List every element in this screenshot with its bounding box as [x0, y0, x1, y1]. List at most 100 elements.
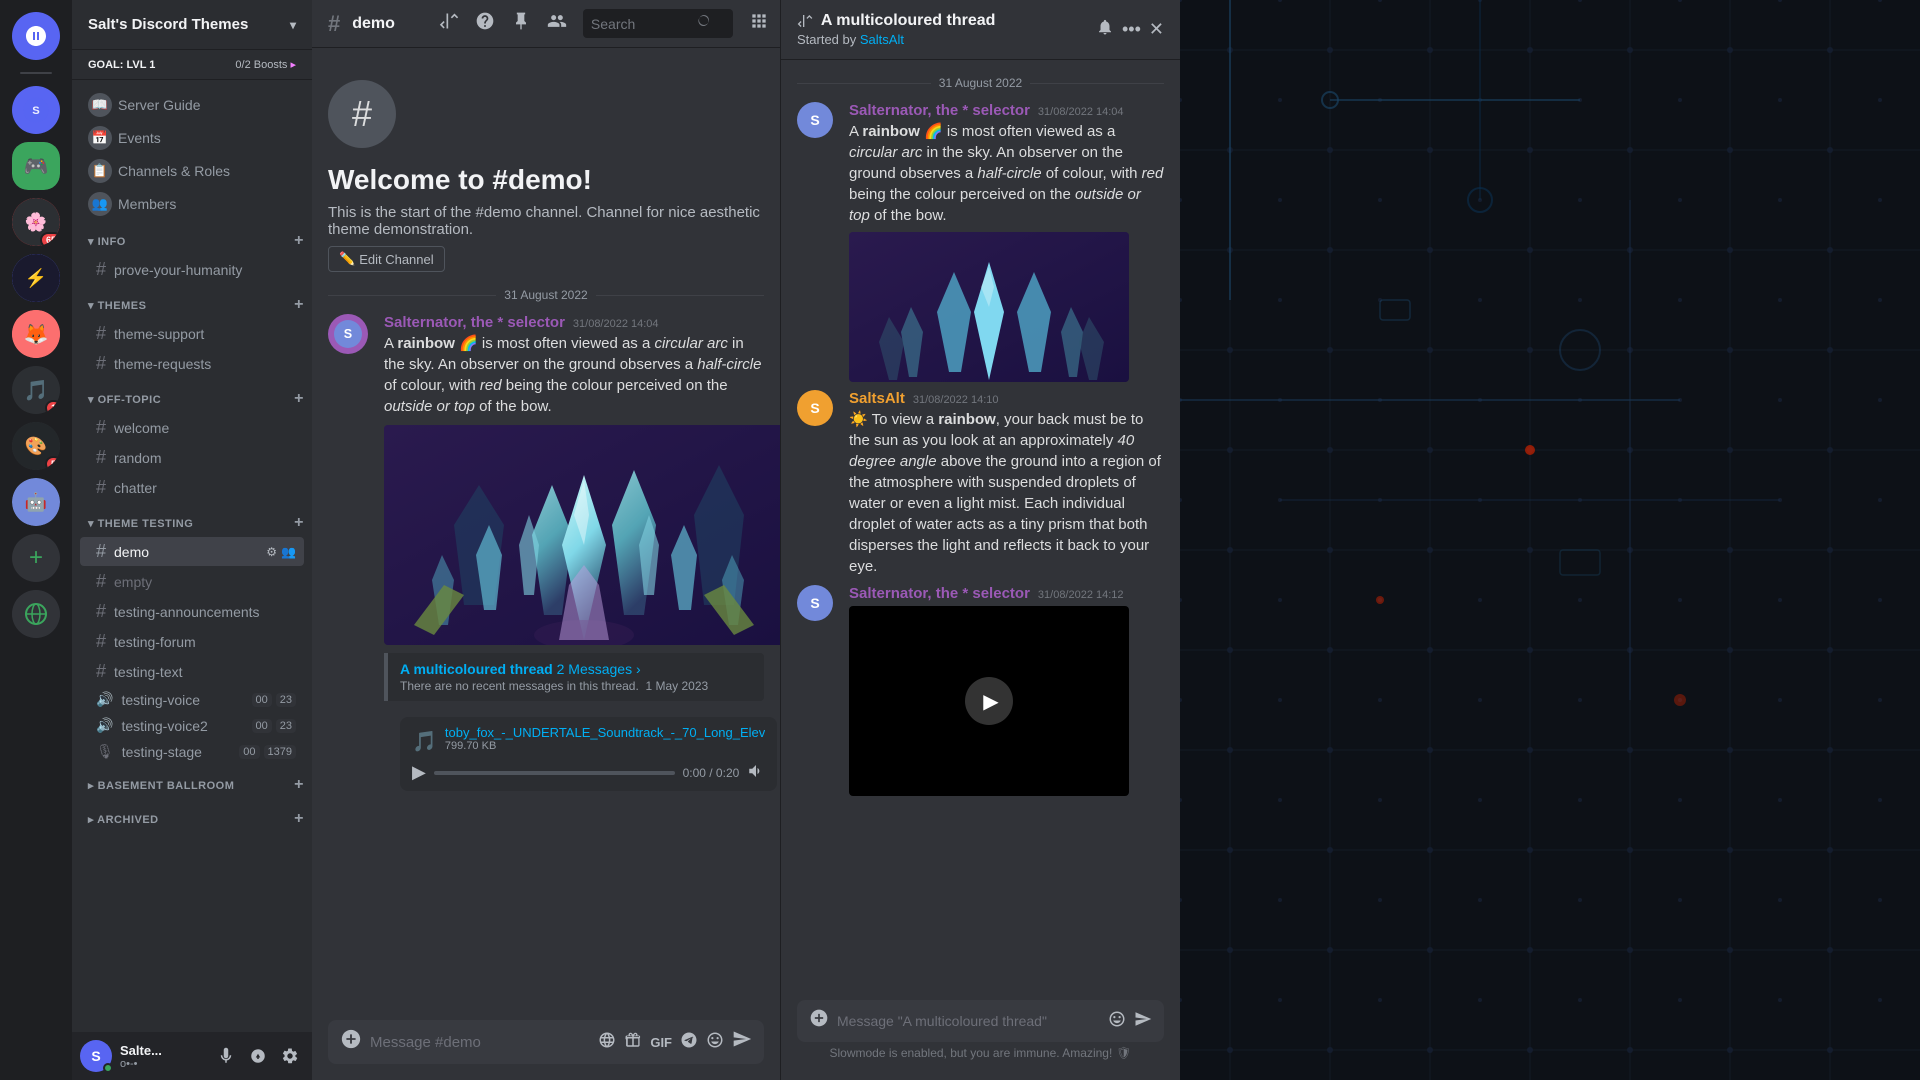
channel-welcome[interactable]: # welcome — [80, 413, 304, 442]
section-off-topic[interactable]: ▾ OFF-TOPIC + — [72, 386, 312, 412]
thread-message-author-2[interactable]: SaltsAlt — [849, 390, 905, 407]
thread-message-avatar[interactable]: S — [797, 102, 833, 138]
add-basement-button[interactable]: + — [294, 776, 304, 794]
server-icon-1[interactable]: S — [12, 86, 60, 134]
boost-bar[interactable]: GOAL: LVL 1 0/2 Boosts ▸ — [72, 50, 312, 80]
send-button[interactable] — [732, 1029, 752, 1055]
channel-random[interactable]: # random — [80, 443, 304, 472]
volume-button[interactable] — [747, 762, 765, 783]
channel-name-label: testing-stage — [122, 744, 233, 760]
thread-message-content-2: SaltsAlt 31/08/2022 14:10 ☀️ To view a r… — [849, 390, 1164, 577]
gif-icon[interactable]: GIF — [650, 1035, 672, 1050]
mute-button[interactable] — [212, 1042, 240, 1070]
message-avatar[interactable]: S — [328, 314, 368, 354]
message-input[interactable] — [370, 1034, 590, 1051]
sticker-icon[interactable] — [680, 1031, 698, 1054]
thread-message-text: A rainbow 🌈 is most often viewed as a ci… — [849, 121, 1164, 226]
section-archived[interactable]: ▸ ARCHIVED + — [72, 806, 312, 832]
audio-progress[interactable] — [434, 771, 675, 775]
hash-icon: # — [96, 259, 106, 280]
apps-icon[interactable] — [749, 11, 769, 36]
channel-chatter[interactable]: # chatter — [80, 473, 304, 502]
thread-more-icon[interactable]: ••• — [1122, 19, 1141, 40]
thread-icon[interactable] — [439, 11, 459, 36]
thread-message-author[interactable]: Salternator, the * selector — [849, 102, 1030, 119]
channel-testing-voice[interactable]: 🔊 testing-voice 00 23 — [80, 687, 304, 712]
server-icon-6[interactable]: 🎵 1 — [12, 366, 60, 414]
add-off-topic-button[interactable]: + — [294, 390, 304, 408]
thread-emoji-button[interactable] — [1108, 1010, 1126, 1033]
thread-message-input[interactable] — [837, 1013, 1100, 1029]
channel-prove-your-humanity[interactable]: # prove-your-humanity — [80, 255, 304, 284]
members-icon[interactable]: 👥 — [281, 545, 296, 559]
section-info[interactable]: ▾ INFO + — [72, 228, 312, 254]
thread-message-row: S SaltsAlt 31/08/2022 14:10 ☀️ To view a… — [781, 386, 1180, 581]
thread-preview: A multicoloured thread 2 Messages › Ther… — [384, 653, 764, 701]
section-theme-testing[interactable]: ▾ THEME TESTING + — [72, 510, 312, 536]
pin-icon[interactable] — [511, 11, 531, 36]
thread-title[interactable]: A multicoloured thread — [400, 661, 553, 677]
server-icon-2[interactable]: 🎮 — [12, 142, 60, 190]
emoji-icon[interactable] — [706, 1031, 724, 1054]
thread-input-area: Slowmode is enabled, but you are immune.… — [781, 1000, 1180, 1080]
server-icon-5[interactable]: 🦊 — [12, 310, 60, 358]
home-server-icon[interactable] — [12, 12, 60, 60]
section-basement-ballroom[interactable]: ▸ BASEMENT BALLROOM + — [72, 772, 312, 798]
channel-theme-requests[interactable]: # theme-requests — [80, 349, 304, 378]
attach-button[interactable] — [340, 1028, 362, 1056]
search-box[interactable] — [583, 9, 733, 38]
channel-testing-announcements[interactable]: # testing-announcements — [80, 597, 304, 626]
video-attachment[interactable]: ▶ — [849, 606, 1129, 796]
channel-testing-voice2[interactable]: 🔊 testing-voice2 00 23 — [80, 713, 304, 738]
thread-message-count[interactable]: 2 Messages › — [557, 661, 641, 677]
thread-message-author-3[interactable]: Salternator, the * selector — [849, 585, 1030, 602]
translate-icon[interactable] — [598, 1031, 616, 1054]
user-area: S Salte... o•-• — [72, 1032, 312, 1080]
add-themes-button[interactable]: + — [294, 296, 304, 314]
server-icon-4[interactable]: ⚡ — [12, 254, 60, 302]
channel-empty[interactable]: # empty — [80, 567, 304, 596]
thread-message-avatar-3[interactable]: S — [797, 585, 833, 621]
channel-demo[interactable]: # demo ⚙ 👥 — [80, 537, 304, 566]
server-guide-item[interactable]: 📖 Server Guide — [80, 89, 304, 121]
search-input[interactable] — [591, 16, 691, 32]
add-theme-testing-button[interactable]: + — [294, 514, 304, 532]
channel-theme-support[interactable]: # theme-support — [80, 319, 304, 348]
play-button[interactable]: ▶ — [412, 762, 426, 783]
add-info-button[interactable]: + — [294, 232, 304, 250]
members-list-icon[interactable] — [547, 11, 567, 36]
thread-bell-icon[interactable] — [1096, 18, 1114, 41]
thread-send-button[interactable] — [1134, 1010, 1152, 1033]
thread-message-avatar-2[interactable]: S — [797, 390, 833, 426]
thread-starter-link[interactable]: SaltsAlt — [860, 32, 904, 47]
thread-close-icon[interactable]: ✕ — [1149, 19, 1164, 40]
server-icon-8[interactable]: 🤖 — [12, 478, 60, 526]
thread-attach-button[interactable] — [809, 1008, 829, 1034]
explore-icon[interactable] — [12, 590, 60, 638]
channel-testing-text[interactable]: # testing-text — [80, 657, 304, 686]
gift-icon[interactable] — [624, 1031, 642, 1054]
deafen-button[interactable] — [244, 1042, 272, 1070]
edit-channel-button[interactable]: ✏️ Edit Channel — [328, 246, 445, 272]
voice-count-users: 00 — [252, 693, 272, 707]
channels-roles-item[interactable]: 📋 Channels & Roles — [80, 155, 304, 187]
channel-testing-forum[interactable]: # testing-forum — [80, 627, 304, 656]
message-author[interactable]: Salternator, the * selector — [384, 314, 565, 331]
server-header[interactable]: Salt's Discord Themes ▾ — [72, 0, 312, 50]
server-icon-3[interactable]: 🌸 65 — [12, 198, 60, 246]
settings-icon[interactable]: ⚙ — [266, 545, 277, 559]
settings-button[interactable] — [276, 1042, 304, 1070]
user-avatar[interactable]: S — [80, 1040, 112, 1072]
audio-filename[interactable]: toby_fox_-_UNDERTALE_Soundtrack_-_70_Lon… — [445, 725, 765, 740]
hash-icon: # — [96, 601, 106, 622]
server-icon-7[interactable]: 🎨 5 — [12, 422, 60, 470]
section-themes[interactable]: ▾ THEMES + — [72, 292, 312, 318]
add-archived-button[interactable]: + — [294, 810, 304, 828]
events-item[interactable]: 📅 Events — [80, 122, 304, 154]
members-item[interactable]: 👥 Members — [80, 188, 304, 220]
channel-testing-stage[interactable]: 🎙 testing-stage 00 1379 — [80, 739, 304, 764]
add-server-button[interactable]: + — [12, 534, 60, 582]
hash-icon: # — [96, 631, 106, 652]
channels-icon: 📋 — [88, 159, 112, 183]
notification-icon[interactable] — [475, 11, 495, 36]
